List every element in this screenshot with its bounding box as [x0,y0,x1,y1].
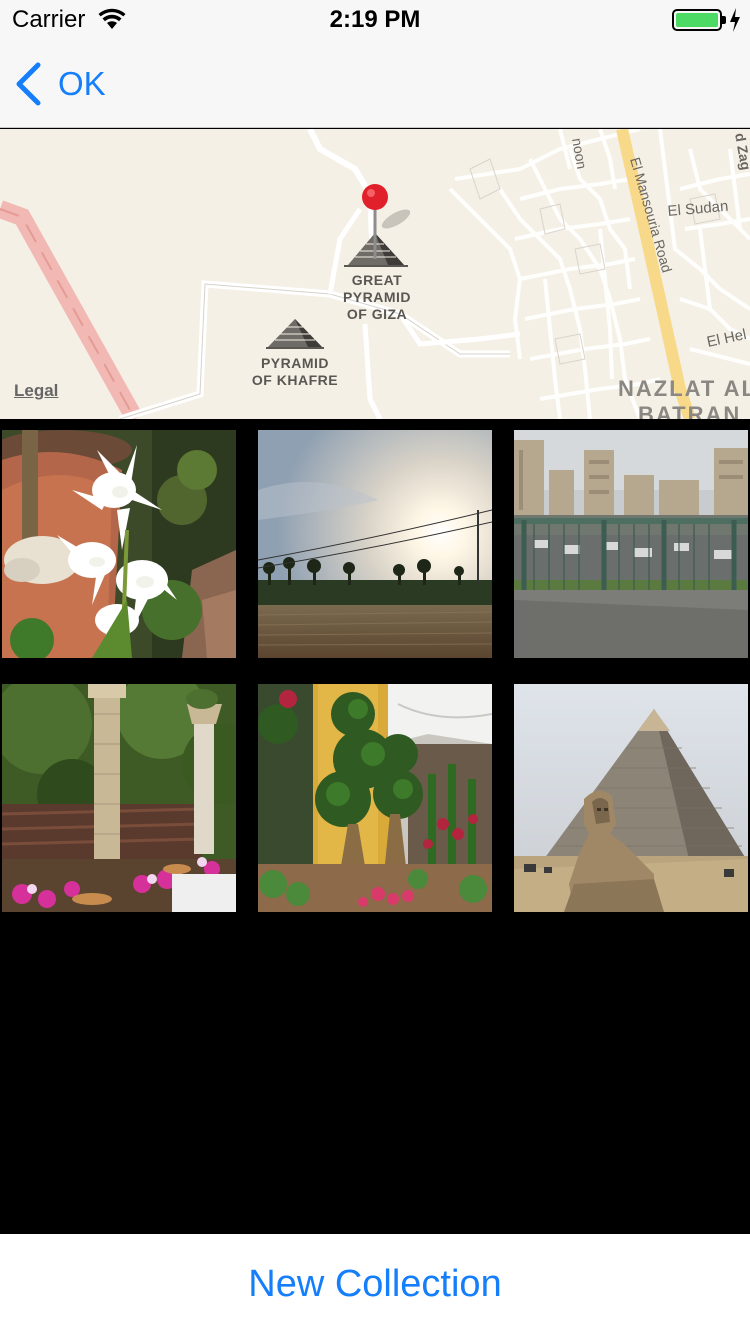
photo-cell[interactable] [514,430,748,658]
chevron-left-icon [16,62,41,106]
map-landmark-label: PYRAMID OF KHAFRE [251,355,339,388]
map-landmark-label: GREAT PYRAMID OF GIZA [342,272,412,322]
map-street-label: El Hel [705,326,748,351]
lily-photo [2,430,236,658]
status-bar: Carrier 2:19 PM [0,0,750,40]
photo-collection [0,419,750,1234]
photo-cell[interactable] [2,430,236,658]
bottom-toolbar: New Collection [0,1234,750,1334]
sphinx-pyramid-photo [514,684,748,912]
back-button[interactable]: OK [14,60,106,108]
map-street-label: d Zag [732,132,750,172]
new-collection-button[interactable]: New Collection [248,1263,501,1306]
legal-link[interactable]: Legal [14,381,58,401]
battery-icon [672,9,722,31]
garden-pillars-photo [2,684,236,912]
city-photo [514,430,748,658]
photo-cell[interactable] [258,430,492,658]
map-area-label: NAZLAT AL [618,376,750,401]
clock: 2:19 PM [329,6,421,33]
photo-cell[interactable] [514,684,748,912]
photo-cell[interactable] [2,684,236,912]
photo-cell[interactable] [258,684,492,912]
back-button-label: OK [58,65,106,102]
map-view[interactable]: El Mansouria Road El Sudan El Hel noon d… [0,129,750,419]
sunset-photo [258,430,492,658]
charging-bolt-icon [730,8,740,32]
pyramid-landmark-icon [266,319,324,349]
plants-exhibition-photo [258,684,492,912]
map-area-label: BATRAN [638,402,741,419]
navigation-bar: OK [0,40,750,128]
battery-tip [722,16,726,24]
